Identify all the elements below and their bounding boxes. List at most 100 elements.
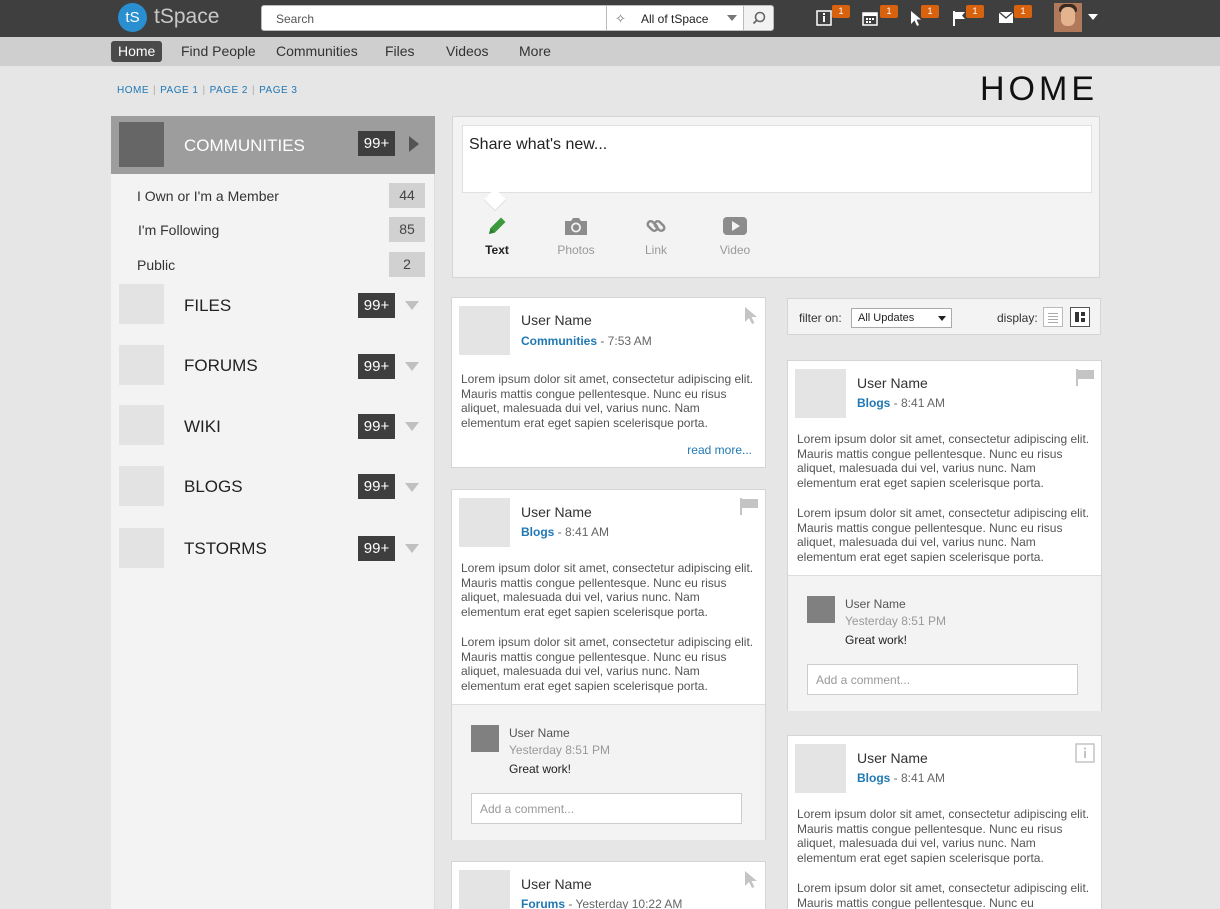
chevron-down-icon [938, 316, 946, 321]
comment-input[interactable]: Add a comment... [471, 793, 742, 824]
comment-time: Yesterday 8:51 PM [845, 614, 946, 628]
post-card: User Name Forums - Yesterday 10:22 AM [451, 861, 766, 909]
cursor-icon[interactable] [743, 869, 759, 894]
share-option-photos[interactable]: Photos [546, 209, 606, 257]
cursor-icon[interactable] [743, 305, 759, 330]
comment-input[interactable]: Add a comment... [807, 664, 1078, 695]
avatar[interactable] [459, 306, 510, 355]
nav-find-people[interactable]: Find People [174, 41, 263, 62]
search-scope-select[interactable]: ✧ All of tSpace [606, 5, 744, 31]
comment-author[interactable]: User Name [845, 597, 906, 611]
sidebar-section-blogs[interactable]: BLOGS [184, 477, 243, 497]
forums-thumbnail [119, 345, 164, 385]
app-name[interactable]: tSpace [154, 5, 219, 29]
chevron-down-icon[interactable] [1088, 14, 1098, 20]
sidebar-section-wiki[interactable]: WIKI [184, 417, 221, 437]
post-author[interactable]: User Name [521, 876, 592, 892]
breadcrumb-page-3[interactable]: PAGE 3 [259, 85, 297, 96]
breadcrumb-page-2[interactable]: PAGE 2 [210, 85, 248, 96]
calendar-icon[interactable] [862, 10, 880, 28]
avatar[interactable] [795, 744, 846, 793]
pencil-icon [467, 209, 527, 243]
info-icon[interactable] [1075, 743, 1095, 768]
avatar[interactable] [459, 870, 510, 909]
post-meta: Forums - Yesterday 10:22 AM [521, 897, 682, 909]
search-scope-value: All of tSpace [641, 12, 709, 26]
grid-view-button[interactable] [1070, 307, 1090, 327]
chevron-right-icon[interactable] [409, 136, 419, 152]
avatar[interactable] [471, 725, 499, 752]
post-body: Lorem ipsum dolor sit amet, consectetur … [797, 881, 1090, 909]
grid-view-icon [1075, 312, 1085, 322]
chevron-down-icon[interactable] [405, 544, 419, 553]
post-author[interactable]: User Name [857, 375, 928, 391]
camera-icon [546, 209, 606, 243]
comment-section: User Name Yesterday 8:51 PM Great work! … [452, 704, 765, 840]
nav-videos[interactable]: Videos [439, 41, 496, 62]
share-option-link[interactable]: Link [626, 209, 686, 257]
search-input[interactable]: Search [261, 5, 607, 31]
nav-files[interactable]: Files [378, 41, 422, 62]
blogs-thumbnail [119, 466, 164, 506]
avatar[interactable] [807, 596, 835, 623]
member-count: 44 [389, 183, 425, 208]
sidebar-section-tstorms[interactable]: TSTORMS [184, 539, 267, 559]
search-button[interactable] [743, 5, 774, 31]
share-option-video[interactable]: Video [705, 209, 765, 257]
breadcrumb-home[interactable]: HOME [117, 85, 149, 96]
post-author[interactable]: User Name [857, 750, 928, 766]
share-option-label: Photos [557, 243, 595, 257]
post-meta: Communities - 7:53 AM [521, 334, 652, 348]
flag-icon[interactable] [1075, 368, 1095, 391]
chevron-down-icon[interactable] [405, 483, 419, 492]
logo-mark[interactable]: tS [118, 3, 147, 32]
nav-home[interactable]: Home [111, 41, 163, 62]
share-option-label: Text [485, 243, 509, 257]
read-more-link[interactable]: read more... [687, 443, 752, 457]
public-count: 2 [389, 252, 425, 277]
post-source[interactable]: Blogs [857, 396, 890, 410]
sidebar-item-member[interactable]: I Own or I'm a Member [137, 188, 279, 204]
avatar[interactable] [1054, 3, 1082, 32]
tstorms-count: 99+ [358, 536, 395, 561]
post-meta: Blogs - 8:41 AM [857, 396, 945, 410]
avatar[interactable] [795, 369, 846, 418]
post-source[interactable]: Blogs [857, 771, 890, 785]
chevron-down-icon[interactable] [405, 362, 419, 371]
list-view-button[interactable] [1043, 307, 1063, 327]
chevron-down-icon[interactable] [405, 301, 419, 310]
avatar[interactable] [459, 498, 510, 547]
sidebar-section-communities[interactable]: COMMUNITIES 99+ [111, 116, 435, 174]
post-author[interactable]: User Name [521, 504, 592, 520]
blogs-count: 99+ [358, 474, 395, 499]
nav-more[interactable]: More [512, 41, 558, 62]
link-icon [626, 209, 686, 243]
post-body: Lorem ipsum dolor sit amet, consectetur … [461, 561, 754, 619]
post-time: - Yesterday 10:22 AM [565, 897, 683, 909]
post-source[interactable]: Blogs [521, 525, 554, 539]
sidebar-section-forums[interactable]: FORUMS [184, 356, 258, 376]
breadcrumb-page-1[interactable]: PAGE 1 [160, 85, 198, 96]
share-input[interactable]: Share what's new... [462, 125, 1092, 193]
nav-communities[interactable]: Communities [269, 41, 365, 62]
post-body: Lorem ipsum dolor sit amet, consectetur … [461, 372, 754, 430]
sidebar-item-following[interactable]: I'm Following [138, 222, 219, 238]
post-author[interactable]: User Name [521, 312, 592, 328]
communities-title: COMMUNITIES [184, 136, 305, 155]
sidebar-section-files[interactable]: FILES [184, 296, 231, 316]
chevron-down-icon[interactable] [405, 422, 419, 431]
share-option-label: Video [719, 243, 751, 257]
filter-select[interactable]: All Updates [851, 308, 952, 328]
sidebar-item-public[interactable]: Public [137, 257, 175, 273]
flag-icon[interactable] [739, 497, 759, 520]
filter-bar: filter on: All Updates display: [787, 298, 1101, 335]
post-source[interactable]: Communities [521, 334, 597, 348]
communities-count: 99+ [358, 131, 395, 156]
share-option-text[interactable]: Text [467, 209, 527, 257]
post-source[interactable]: Forums [521, 897, 565, 909]
comment-author[interactable]: User Name [509, 726, 570, 740]
post-time: - 8:41 AM [890, 771, 946, 785]
share-box: Share what's new... Text Photos Link Vid… [452, 116, 1100, 278]
post-body: Lorem ipsum dolor sit amet, consectetur … [797, 432, 1090, 490]
chevron-down-icon [727, 15, 737, 21]
